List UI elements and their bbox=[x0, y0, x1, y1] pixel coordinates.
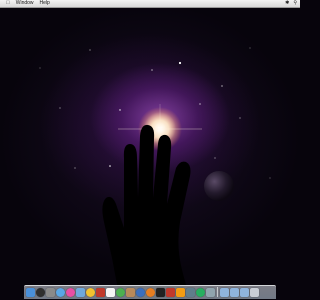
dashboard-icon[interactable] bbox=[36, 288, 45, 297]
downloads-folder-icon[interactable] bbox=[240, 288, 249, 297]
documents-folder-icon[interactable] bbox=[230, 288, 239, 297]
hand-silhouette bbox=[102, 124, 191, 300]
mail-icon[interactable] bbox=[76, 288, 85, 297]
address-book-icon[interactable] bbox=[126, 288, 135, 297]
trash-icon[interactable] bbox=[250, 288, 259, 297]
preview-icon[interactable] bbox=[206, 288, 215, 297]
desktop-wallpaper bbox=[0, 8, 300, 300]
menu-help[interactable]: Help bbox=[39, 0, 51, 7]
safari-icon[interactable] bbox=[56, 288, 65, 297]
camera-icon[interactable] bbox=[186, 288, 195, 297]
spotlight-icon[interactable]: ⚲ bbox=[293, 0, 297, 7]
vlc-icon[interactable] bbox=[176, 288, 185, 297]
bluetooth-icon[interactable]: ✱ bbox=[285, 0, 289, 7]
wallpaper-art bbox=[39, 47, 271, 300]
firefox-icon[interactable] bbox=[146, 288, 155, 297]
dock-separator bbox=[217, 287, 218, 297]
photos-icon[interactable] bbox=[96, 288, 105, 297]
menu-extras: ✱ ⚲ bbox=[285, 0, 297, 7]
time-machine-icon[interactable] bbox=[196, 288, 205, 297]
finder-icon[interactable] bbox=[26, 288, 35, 297]
planet bbox=[204, 171, 234, 201]
quicktime-icon[interactable] bbox=[136, 288, 145, 297]
dock-icons bbox=[26, 285, 276, 297]
terminal-icon[interactable] bbox=[156, 288, 165, 297]
applications-folder-icon[interactable] bbox=[220, 288, 229, 297]
menu-bar:  Window Help ✱ ⚲ bbox=[0, 0, 300, 8]
system-preferences-icon[interactable] bbox=[46, 288, 55, 297]
chat-icon[interactable] bbox=[116, 288, 125, 297]
apple-icon[interactable]:  bbox=[5, 0, 11, 7]
menu-window[interactable]: Window bbox=[15, 0, 35, 7]
flag-icon[interactable] bbox=[166, 288, 175, 297]
radiation-icon[interactable] bbox=[86, 288, 95, 297]
itunes-icon[interactable] bbox=[66, 288, 75, 297]
calendar-icon[interactable] bbox=[106, 288, 115, 297]
